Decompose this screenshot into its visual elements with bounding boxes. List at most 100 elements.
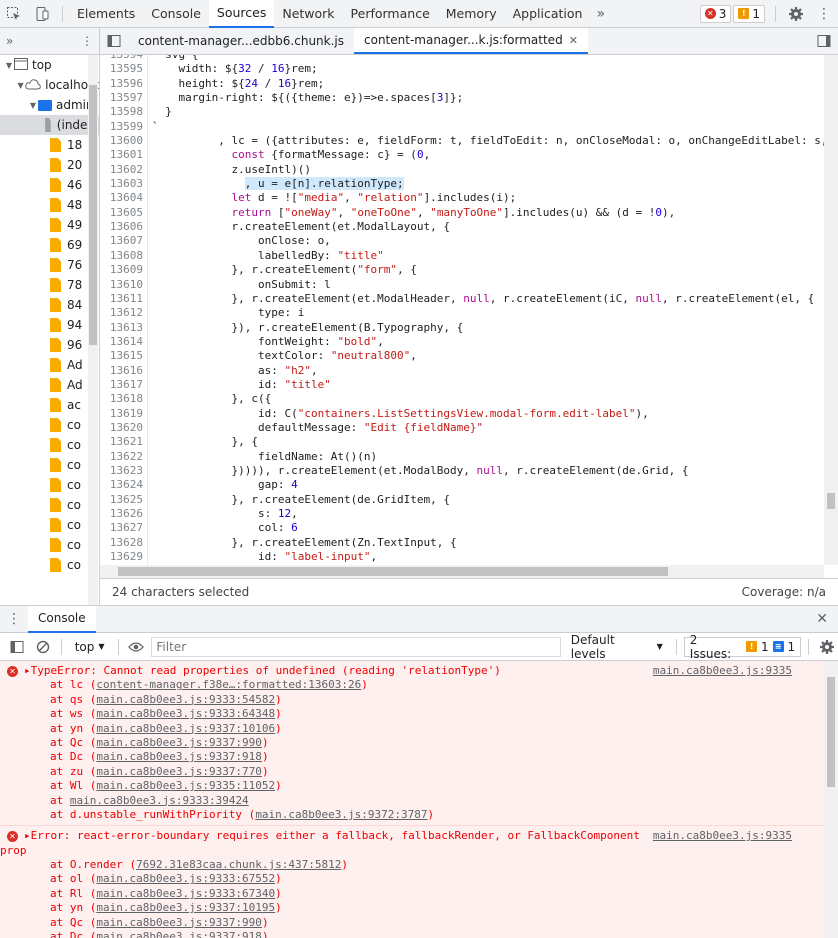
line-number[interactable]: 13608 [100, 249, 147, 263]
tab-console[interactable]: Console [143, 0, 209, 28]
drawer-menu-icon[interactable]: ⋮ [0, 611, 28, 627]
tree-item[interactable]: co [0, 535, 99, 555]
tab-console-drawer[interactable]: Console [28, 605, 96, 633]
stack-frame-link[interactable]: main.ca8b0ee3.js:9337:10195 [96, 901, 275, 914]
code-line[interactable]: , lc = ({attributes: e, fieldForm: t, fi… [152, 134, 824, 148]
tree-item[interactable]: ▼ localhost [0, 75, 99, 95]
code-line[interactable]: gap: 4 [152, 478, 824, 492]
editor-vertical-scrollbar[interactable] [824, 55, 838, 565]
code-line[interactable]: defaultMessage: "Edit {fieldName}" [152, 421, 824, 435]
line-number-gutter[interactable]: 1359413595135961359713598135991360013601… [100, 55, 148, 571]
line-number[interactable]: 13621 [100, 435, 147, 449]
navigator-menu-icon[interactable]: ⋮ [81, 34, 93, 48]
editor-tab[interactable]: content-manager...k.js:formatted ✕ [354, 28, 588, 54]
navigator-scrollbar[interactable] [88, 55, 98, 605]
code-line[interactable]: textColor: "neutral800", [152, 349, 824, 363]
code-line[interactable]: fontWeight: "bold", [152, 335, 824, 349]
tree-item[interactable]: 49 [0, 215, 99, 235]
stack-frame-link[interactable]: main.ca8b0ee3.js:9335:11052 [96, 779, 275, 792]
line-number[interactable]: 13607 [100, 234, 147, 248]
tree-item[interactable]: 96 [0, 335, 99, 355]
message-source-link[interactable]: main.ca8b0ee3.js:9335 [653, 829, 792, 842]
line-number[interactable]: 13623 [100, 464, 147, 478]
warning-count-badge[interactable]: ! 1 [733, 4, 765, 23]
error-count-badge[interactable]: ✕ 3 [699, 4, 732, 23]
context-selector[interactable]: top ▼ [69, 640, 111, 654]
tree-item[interactable]: co [0, 555, 99, 575]
line-number[interactable]: 13614 [100, 335, 147, 349]
code-line[interactable]: return ["oneWay", "oneToOne", "manyToOne… [152, 206, 824, 220]
tree-item[interactable]: co [0, 455, 99, 475]
code-line[interactable]: id: "label-input", [152, 550, 824, 564]
line-number[interactable]: 13620 [100, 421, 147, 435]
tab-elements[interactable]: Elements [69, 0, 143, 28]
line-number[interactable]: 13609 [100, 263, 147, 277]
line-number[interactable]: 13627 [100, 521, 147, 535]
toggle-debugger-icon[interactable] [810, 28, 838, 54]
editor-tab[interactable]: content-manager...edbb6.chunk.js [128, 28, 354, 54]
line-number[interactable]: 13594 [100, 55, 147, 62]
code-line[interactable]: col: 6 [152, 521, 824, 535]
tree-item[interactable]: co [0, 475, 99, 495]
tree-item[interactable]: ▼ top [0, 55, 99, 75]
tree-item[interactable]: ac [0, 395, 99, 415]
code-line[interactable]: id: C("containers.ListSettingsView.modal… [152, 407, 824, 421]
stack-frame-link[interactable]: main.ca8b0ee3.js:9337:990 [96, 916, 262, 929]
tab-performance[interactable]: Performance [343, 0, 438, 28]
code-line[interactable]: }, r.createElement(et.ModalHeader, null,… [152, 292, 824, 306]
console-error-message[interactable]: ✕ main.ca8b0ee3.js:9335 ▸TypeError: Cannot… [0, 661, 824, 827]
tree-item[interactable]: co [0, 415, 99, 435]
line-number[interactable]: 13613 [100, 321, 147, 335]
more-panels-icon[interactable]: » [590, 6, 611, 22]
code-line[interactable]: type: i [152, 306, 824, 320]
tree-item[interactable]: 94 [0, 315, 99, 335]
tree-item[interactable]: co [0, 495, 99, 515]
line-number[interactable]: 13603 [100, 177, 147, 191]
code-line[interactable]: , u = e[n].relationType; [152, 177, 824, 191]
stack-frame-link[interactable]: 7692.31e83caa.chunk.js:437:5812 [136, 858, 341, 871]
code-line[interactable]: as: "h2", [152, 364, 824, 378]
code-line[interactable]: } [152, 105, 824, 119]
line-number[interactable]: 13624 [100, 478, 147, 492]
line-number[interactable]: 13599 [100, 120, 147, 134]
tree-item[interactable]: (index) [0, 115, 99, 135]
close-tab-icon[interactable]: ✕ [569, 34, 578, 47]
kebab-menu-icon[interactable]: ⋮ [810, 0, 838, 28]
stack-frame-link[interactable]: main.ca8b0ee3.js:9337:918 [96, 750, 262, 763]
code-content[interactable]: svg { width: ${32 / 16}rem; height: ${24… [152, 55, 824, 564]
code-line[interactable]: onClose: o, [152, 234, 824, 248]
code-line[interactable]: }), r.createElement(B.Typography, { [152, 321, 824, 335]
line-number[interactable]: 13604 [100, 191, 147, 205]
code-line[interactable]: let d = !["media", "relation"].includes(… [152, 191, 824, 205]
line-number[interactable]: 13629 [100, 550, 147, 564]
line-number[interactable]: 13616 [100, 364, 147, 378]
code-line[interactable]: r.createElement(et.ModalLayout, { [152, 220, 824, 234]
settings-gear-icon[interactable] [782, 0, 810, 28]
toggle-sidebar-icon[interactable] [6, 636, 28, 658]
code-line[interactable]: width: ${32 / 16}rem; [152, 62, 824, 76]
console-settings-gear-icon[interactable] [816, 636, 838, 658]
tab-memory[interactable]: Memory [438, 0, 505, 28]
code-line[interactable]: ` [152, 120, 824, 134]
tree-item[interactable]: 20 [0, 155, 99, 175]
stack-frame-link[interactable]: content-manager.f38e…:formatted:13603:26 [96, 678, 361, 691]
line-number[interactable]: 13606 [100, 220, 147, 234]
toggle-navigator-icon[interactable] [100, 28, 128, 54]
code-line[interactable]: labelledBy: "title" [152, 249, 824, 263]
message-source-link[interactable]: main.ca8b0ee3.js:9335 [653, 664, 792, 677]
code-line[interactable]: fieldName: At()(n) [152, 450, 824, 464]
line-number[interactable]: 13601 [100, 148, 147, 162]
tab-sources[interactable]: Sources [208, 0, 275, 28]
line-number[interactable]: 13610 [100, 278, 147, 292]
code-line[interactable]: }, { [152, 435, 824, 449]
line-number[interactable]: 13626 [100, 507, 147, 521]
stack-frame-link[interactable]: main.ca8b0ee3.js:9372:3787 [255, 808, 427, 821]
code-line[interactable]: id: "title" [152, 378, 824, 392]
tree-item[interactable]: 76 [0, 255, 99, 275]
line-number[interactable]: 13625 [100, 493, 147, 507]
line-number[interactable]: 13597 [100, 91, 147, 105]
line-number[interactable]: 13600 [100, 134, 147, 148]
issues-counter[interactable]: 2 Issues: ! 1 ≡ 1 [683, 633, 802, 661]
console-filter-input[interactable] [151, 636, 561, 657]
line-number[interactable]: 13611 [100, 292, 147, 306]
